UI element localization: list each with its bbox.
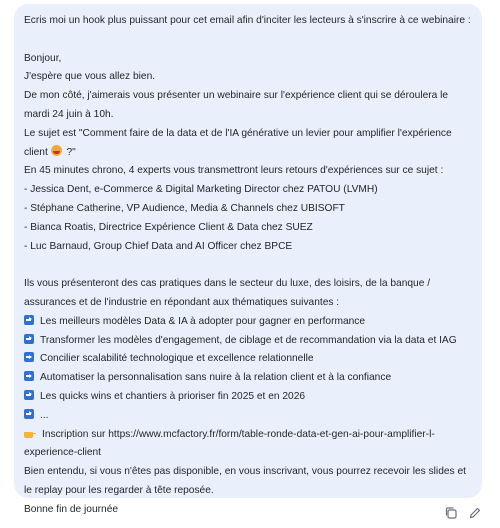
arrow-right-box-icon [24,408,34,419]
signoff: Bonne fin de journée [24,503,119,515]
arrow-right-box-icon [24,352,34,363]
arrow-right-box-icon [24,314,34,325]
arrow-right-box-icon [24,371,34,382]
theme-text: ... [40,409,49,421]
theme-text: Automatiser la personnalisation sans nui… [40,372,392,384]
subject-prefix: client [24,146,48,158]
theme-text: Transformer les modèles d'engagement, de… [40,334,457,346]
message-prompt: Ecris moi un hook plus puissant pour cet… [24,15,471,26]
expert-item: - Jessica Dent, e-Commerce & Digital Mar… [24,184,378,196]
experts-intro: En 45 minutes chrono, 4 experts vous tra… [24,165,444,177]
theme-item: Transformer les modèles d'engagement, de… [24,332,472,351]
email-subject-line: client ?" [24,144,472,163]
expert-item: - Bianca Roatis, Directrice Expérience C… [24,221,313,233]
copy-icon[interactable] [444,506,458,520]
email-intro-line: J'espère que vous allez bien. [24,71,156,83]
message-actions [444,506,482,520]
cases-line: assurances et de l'industrie en répondan… [24,296,340,308]
theme-text: Les quicks wins et chantiers à prioriser… [40,390,306,402]
theme-item: ... [24,407,472,426]
email-intro-line: De mon côté, j'aimerais vous présenter u… [24,90,449,102]
signup-line: experience-client [24,447,102,459]
theme-text: Les meilleurs modèles Data & IA à adopte… [40,315,366,327]
signup-line: Inscription sur https://www.mcfactory.fr… [24,426,472,445]
expert-item: - Luc Barnaud, Group Chief Data and AI O… [24,240,293,252]
theme-item: Concilier scalabilité technologique et e… [24,350,472,369]
theme-item: Les quicks wins et chantiers à prioriser… [24,388,472,407]
cases-line: Ils vous présenteront des cas pratiques … [24,278,431,290]
email-greeting: Bonjour, [24,52,62,64]
signup-text: Inscription sur https://www.mcfactory.fr… [42,428,435,440]
arrow-right-box-icon [24,333,34,344]
email-subject-line: Le sujet est "Comment faire de la data e… [24,127,452,139]
user-message-bubble: Ecris moi un hook plus puissant pour cet… [14,4,482,515]
closing-line: Bien entendu, si vous n'êtes pas disponi… [24,466,466,478]
theme-item: Les meilleurs modèles Data & IA à adopte… [24,313,472,332]
grinning-face-emoji-icon [50,144,62,156]
theme-text: Concilier scalabilité technologique et e… [40,353,314,365]
subject-suffix: ?" [63,146,76,158]
email-intro-line: mardi 24 juin à 10h. [24,108,114,120]
theme-item: Automatiser la personnalisation sans nui… [24,369,472,388]
edit-pencil-icon[interactable] [468,506,482,520]
pointing-hand-icon [24,431,36,438]
closing-line: le replay pour les regarder à tête repos… [24,484,214,496]
arrow-right-box-icon [24,389,34,400]
expert-item: - Stéphane Catherine, VP Audience, Media… [24,202,345,214]
